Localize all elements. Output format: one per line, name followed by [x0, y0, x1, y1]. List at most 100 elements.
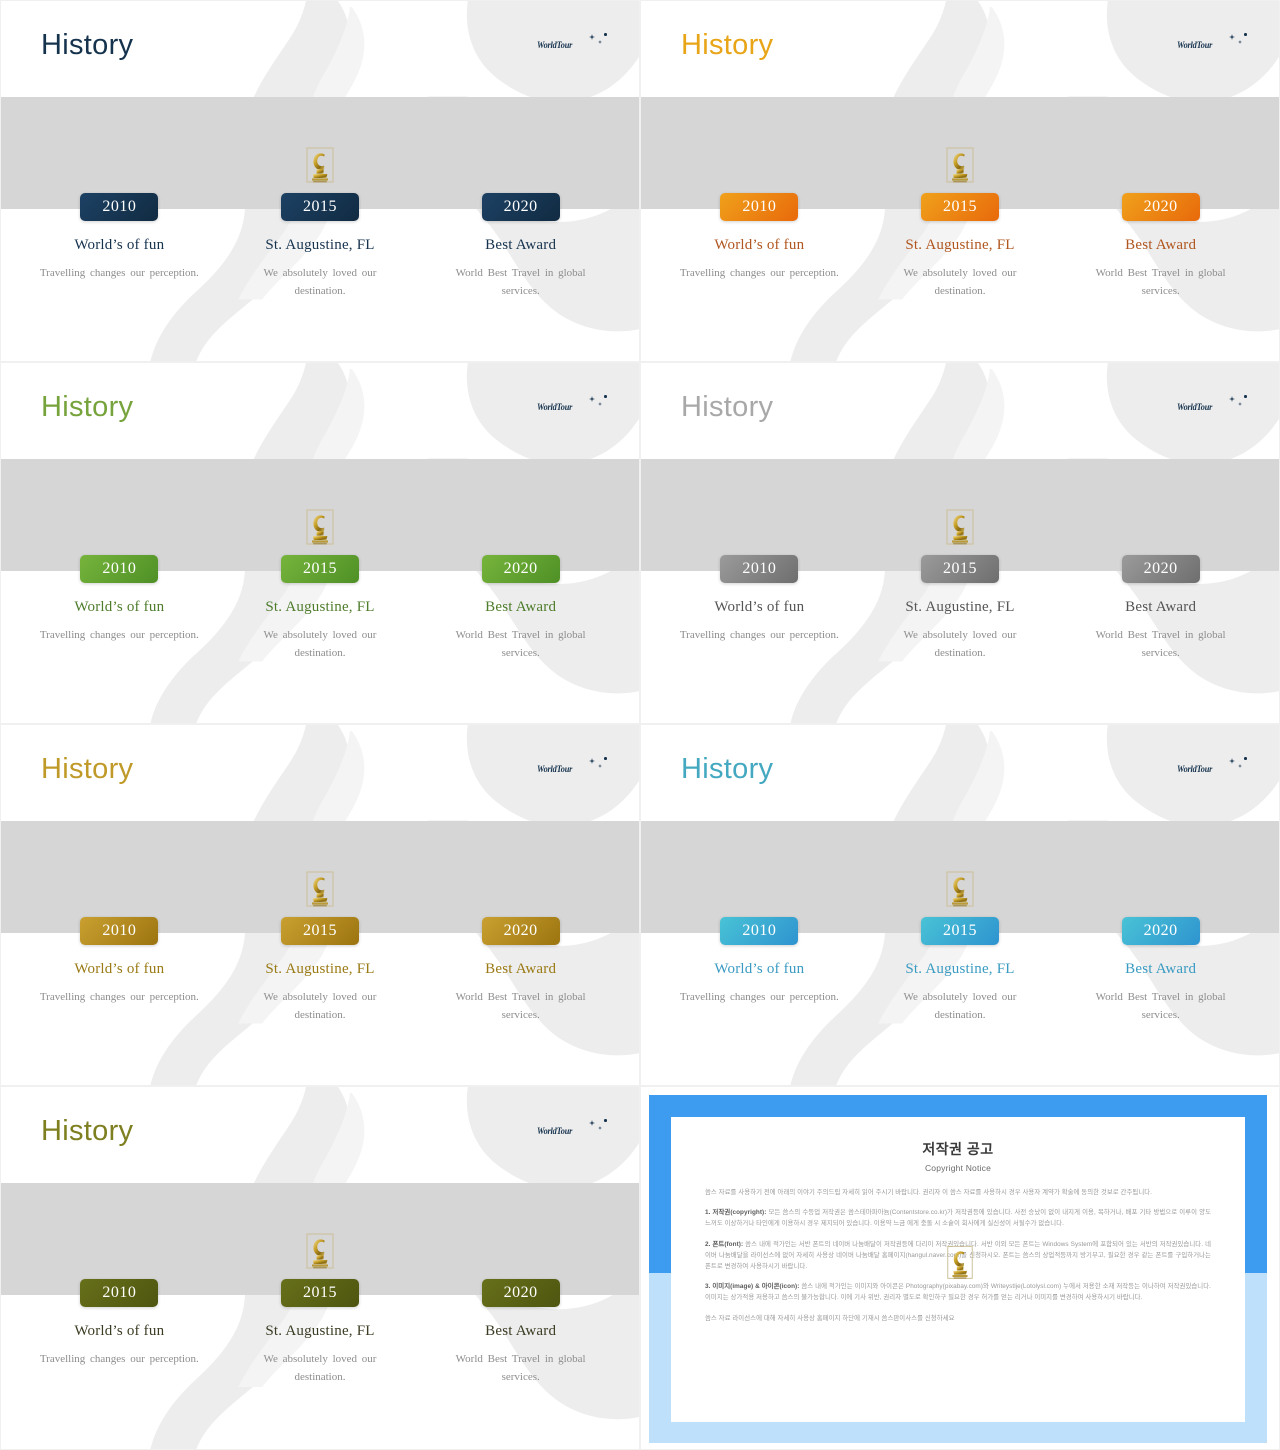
year-badge[interactable]: 2010 — [80, 555, 159, 583]
year-badge[interactable]: 2020 — [481, 1279, 560, 1307]
timeline-description: We absolutely loved our destination. — [903, 267, 1017, 298]
timeline-heading: St. Augustine, FL — [265, 237, 375, 253]
sparkle-s3-icon — [604, 33, 607, 36]
slide-header: History WorldTour — [1, 1, 639, 97]
timeline-heading: St. Augustine, FL — [905, 961, 1015, 977]
page-title: History — [41, 753, 134, 785]
year-badge[interactable]: 2010 — [80, 917, 159, 945]
timeline-description: Travelling changes our perception. — [679, 629, 839, 641]
timeline-heading: Best Award — [1125, 237, 1197, 253]
logo-wordmark: WorldTour — [537, 402, 573, 412]
year-badge[interactable]: 2015 — [280, 1279, 359, 1307]
timeline-description: World Best Travel in global services. — [1095, 629, 1226, 660]
sparkle-s2-icon — [1238, 40, 1242, 44]
history-slide-gray: History WorldTour 2010 World’s of fun Travel… — [640, 362, 1280, 724]
timeline-heading: World’s of fun — [714, 237, 805, 253]
history-slide-gold: History WorldTour 2010 World’s of fun Travel… — [0, 724, 640, 1086]
timeline-description: We absolutely loved our destination. — [263, 629, 377, 660]
sparkle-icon — [585, 1117, 611, 1137]
timeline-description: We absolutely loved our destination. — [263, 267, 377, 298]
worldtour-logo: WorldTour — [1177, 755, 1251, 781]
timeline-item: 2010 World’s of fun Travelling changes our… — [659, 459, 860, 723]
timeline-item: 2020 Best Award World Best Travel in globa… — [420, 97, 621, 361]
logo-wordmark: WorldTour — [537, 40, 573, 50]
timeline-heading: Best Award — [485, 961, 557, 977]
year-badge[interactable]: 2020 — [481, 193, 560, 221]
timeline-heading: St. Augustine, FL — [905, 237, 1015, 253]
trophy-award-icon — [943, 147, 977, 195]
timeline-description: World Best Travel in global services. — [455, 629, 586, 660]
sparkle-s1-icon — [1229, 396, 1235, 402]
sparkle-s2-icon — [1238, 402, 1242, 406]
timeline-heading: World’s of fun — [714, 599, 805, 615]
year-badge[interactable]: 2015 — [920, 555, 999, 583]
year-badge[interactable]: 2020 — [1121, 917, 1200, 945]
year-badge[interactable]: 2010 — [720, 193, 799, 221]
sparkle-s1-icon — [1229, 34, 1235, 40]
year-badge[interactable]: 2015 — [280, 917, 359, 945]
timeline: 2010 World’s of fun Travelling changes our… — [641, 97, 1279, 361]
timeline-description: World Best Travel in global services. — [1095, 267, 1226, 298]
timeline-heading: World’s of fun — [74, 961, 165, 977]
year-badge[interactable]: 2015 — [280, 555, 359, 583]
page-title: History — [681, 753, 774, 785]
slide-header: History WorldTour — [641, 363, 1279, 459]
sparkle-s2-icon — [1238, 764, 1242, 768]
history-slide-navy: History WorldTour 2010 World’s of fun Travel… — [0, 0, 640, 362]
year-badge[interactable]: 2010 — [80, 193, 159, 221]
timeline-heading: World’s of fun — [74, 237, 165, 253]
trophy-award-icon — [943, 871, 977, 919]
sparkle-s1-icon — [1229, 758, 1235, 764]
year-badge[interactable]: 2020 — [481, 917, 560, 945]
timeline-description: We absolutely loved our destination. — [903, 629, 1017, 660]
timeline-description: Travelling changes our perception. — [679, 991, 839, 1003]
timeline: 2010 World’s of fun Travelling changes our… — [1, 821, 639, 1085]
timeline-item: 2010 World’s of fun Travelling changes our… — [19, 1183, 220, 1449]
sparkle-icon — [1225, 393, 1251, 413]
page-title: History — [41, 1115, 134, 1147]
timeline-heading: Best Award — [485, 599, 557, 615]
timeline-item: 2020 Best Award World Best Travel in globa… — [420, 459, 621, 723]
trophy-award-icon — [943, 509, 977, 557]
history-slide-green: History WorldTour 2010 World’s of fun Travel… — [0, 362, 640, 724]
logo-wordmark: WorldTour — [1177, 402, 1213, 412]
timeline: 2010 World’s of fun Travelling changes our… — [1, 1183, 639, 1449]
year-badge[interactable]: 2020 — [1121, 193, 1200, 221]
trophy-award-icon — [303, 1233, 337, 1281]
year-badge[interactable]: 2010 — [720, 917, 799, 945]
trophy-award-icon — [303, 871, 337, 919]
timeline-description: Travelling changes our perception. — [39, 267, 199, 279]
sparkle-s3-icon — [1244, 33, 1247, 36]
logo-wordmark: WorldTour — [537, 1126, 573, 1136]
trophy-award-icon — [944, 1245, 976, 1291]
timeline-description: We absolutely loved our destination. — [903, 991, 1017, 1022]
timeline-item: 2020 Best Award World Best Travel in globa… — [1060, 459, 1261, 723]
sparkle-s1-icon — [589, 396, 595, 402]
timeline-item: 2010 World’s of fun Travelling changes our… — [19, 459, 220, 723]
slide-header: History WorldTour — [641, 725, 1279, 821]
sparkle-icon — [1225, 755, 1251, 775]
year-badge[interactable]: 2010 — [720, 555, 799, 583]
timeline-item: 2015 St. Augustine, FL We absolutely loved… — [220, 821, 421, 1085]
logo-wordmark: WorldTour — [1177, 40, 1213, 50]
year-badge[interactable]: 2020 — [481, 555, 560, 583]
year-badge[interactable]: 2015 — [280, 193, 359, 221]
sparkle-icon — [1225, 31, 1251, 51]
history-slide-teal: History WorldTour 2010 World’s of fun Travel… — [640, 724, 1280, 1086]
sparkle-s3-icon — [604, 757, 607, 760]
timeline-description: Travelling changes our perception. — [39, 629, 199, 641]
copyright-section-1-text: 모든 씀스의 수등업 저작권은 씀스테마파아늄(Contentstore.co.… — [705, 1209, 1211, 1228]
sparkle-icon — [585, 393, 611, 413]
page-title: History — [681, 391, 774, 423]
timeline-description: World Best Travel in global services. — [455, 1353, 586, 1384]
year-badge[interactable]: 2015 — [920, 193, 999, 221]
timeline: 2010 World’s of fun Travelling changes our… — [641, 821, 1279, 1085]
timeline-item: 2010 World’s of fun Travelling changes our… — [19, 821, 220, 1085]
year-badge[interactable]: 2020 — [1121, 555, 1200, 583]
year-badge[interactable]: 2010 — [80, 1279, 159, 1307]
timeline-heading: Best Award — [485, 1323, 557, 1339]
worldtour-logo: WorldTour — [1177, 31, 1251, 57]
copyright-title: 저작권 공고 — [922, 1141, 994, 1157]
year-badge[interactable]: 2015 — [920, 917, 999, 945]
timeline-description: World Best Travel in global services. — [455, 267, 586, 298]
